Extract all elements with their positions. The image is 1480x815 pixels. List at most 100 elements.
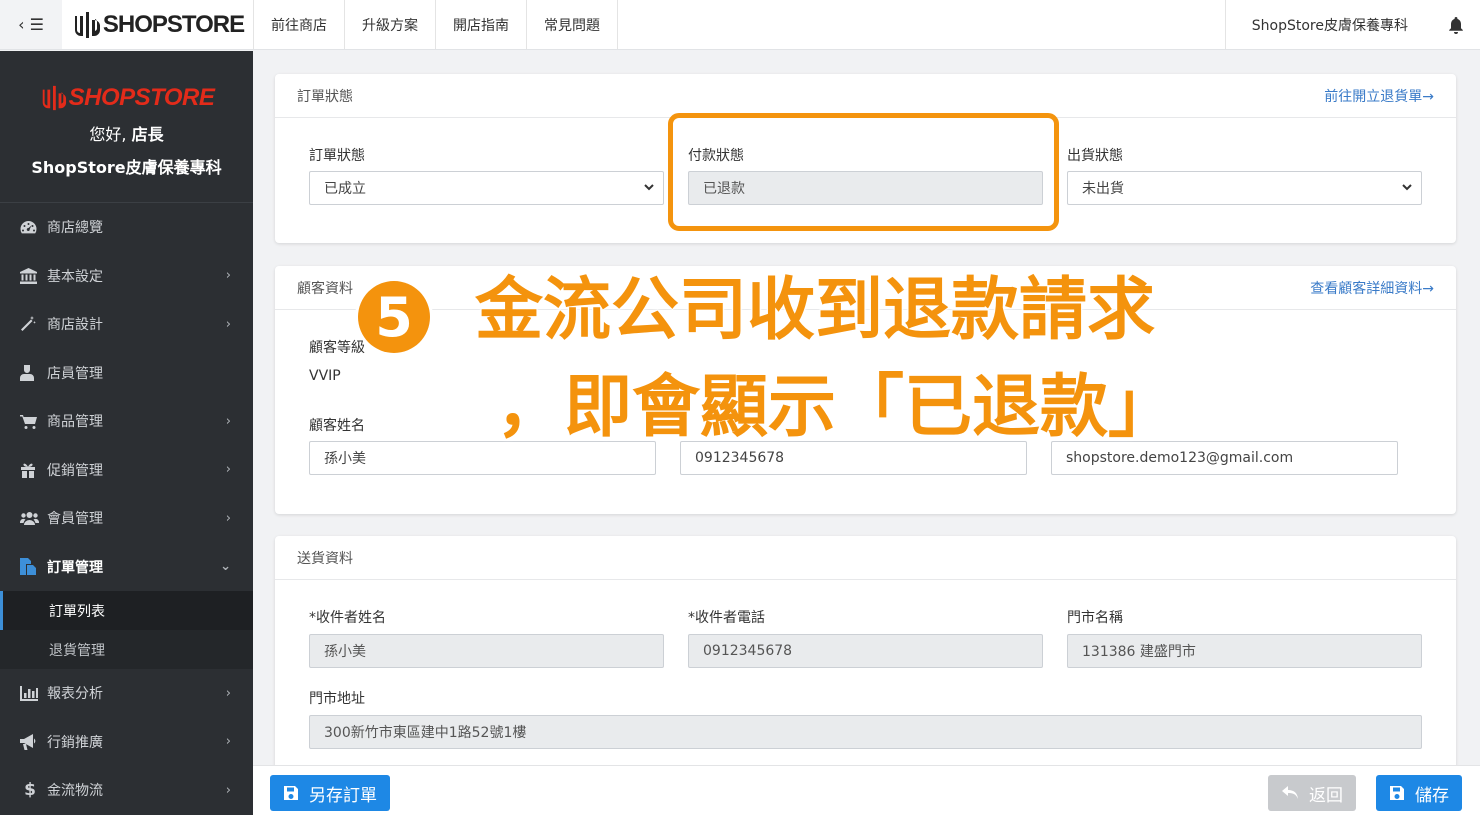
greeting-prefix: 您好, xyxy=(89,125,132,144)
logo-mark-icon xyxy=(74,11,100,38)
sidebar-item-label: 商品管理 xyxy=(47,414,103,431)
store-address-label: 門市地址 xyxy=(309,691,365,707)
chevron-right-icon: › xyxy=(225,734,231,750)
nav-upgrade-plan[interactable]: 升級方案 xyxy=(345,0,436,49)
sidebar-item-label: 行銷推廣 xyxy=(47,734,103,751)
nav-goto-store[interactable]: 前往商店 xyxy=(254,0,345,49)
store-address-field: 300新竹市東區建中1路52號1樓 xyxy=(309,715,1422,749)
chevron-right-icon: › xyxy=(225,462,231,478)
recipient-phone-label: *收件者電話 xyxy=(688,610,765,626)
field-value: 300新竹市東區建中1路52號1樓 xyxy=(324,725,527,741)
field-value: 孫小美 xyxy=(324,451,366,467)
sidebar-submenu-orders: 訂單列表 退貨管理 xyxy=(0,591,253,669)
nav-store-guide[interactable]: 開店指南 xyxy=(436,0,527,49)
customer-name-label: 顧客姓名 xyxy=(309,418,365,434)
button-label: 儲存 xyxy=(1415,785,1449,806)
selected-value: 已成立 xyxy=(324,181,366,197)
store-name-menu[interactable]: ShopStore皮膚保養專科 xyxy=(1224,0,1432,49)
brand-logo[interactable]: SHOPSTORE xyxy=(62,0,254,49)
sidebar-item-staff[interactable]: 店員管理 xyxy=(0,349,253,398)
save-button[interactable]: 儲存 xyxy=(1376,775,1462,811)
sidebar-item-label: 促銷管理 xyxy=(47,462,103,479)
chevron-right-icon: › xyxy=(225,782,231,798)
copy-icon xyxy=(20,558,40,576)
button-label: 返回 xyxy=(1309,785,1343,806)
recipient-name-field: 孫小美 xyxy=(309,634,664,668)
logo-mark-icon xyxy=(42,85,66,111)
brand-name: SHOPSTORE xyxy=(102,10,245,38)
order-status-select[interactable]: 已成立 xyxy=(309,171,664,205)
field-value: 131386 建盛門市 xyxy=(1082,644,1196,660)
magic-wand-icon xyxy=(20,316,40,332)
chevron-right-icon: › xyxy=(225,413,231,429)
nav-faq[interactable]: 常見問題 xyxy=(527,0,618,49)
staff-icon xyxy=(20,364,40,381)
sidebar-item-label: 商店設計 xyxy=(47,317,103,334)
store-name-label: 門市名稱 xyxy=(1067,610,1123,626)
user-role: 店長 xyxy=(131,125,164,144)
sidebar-item-reports[interactable]: 報表分析 › xyxy=(0,669,253,718)
chevron-down-icon: ⌄ xyxy=(220,559,231,575)
customer-card: 顧客資料 查看顧客詳細資料→ 顧客等級 VVIP 顧客姓名 孫小美 091234… xyxy=(275,266,1456,514)
payment-status-label: 付款狀態 xyxy=(688,148,744,164)
sidebar-item-store-design[interactable]: 商店設計 › xyxy=(0,300,253,349)
users-icon xyxy=(20,510,40,526)
chevron-down-icon xyxy=(1402,184,1412,191)
create-return-link[interactable]: 前往開立退貨單→ xyxy=(1324,86,1434,106)
customer-level-label: 顧客等級 xyxy=(309,340,365,356)
field-value: 0912345678 xyxy=(695,450,785,466)
field-value: 0912345678 xyxy=(703,643,793,659)
recipient-phone-field: 0912345678 xyxy=(688,634,1043,668)
sidebar-item-label: 報表分析 xyxy=(47,686,103,703)
customer-email-input[interactable]: shopstore.demo123@gmail.com xyxy=(1051,441,1398,475)
card-title: 訂單狀態 xyxy=(297,88,353,105)
sidebar-item-basic-settings[interactable]: 基本設定 › xyxy=(0,252,253,301)
customer-name-input[interactable]: 孫小美 xyxy=(309,441,656,475)
sidebar-item-label: 訂單管理 xyxy=(47,559,103,576)
sidebar-brand-name: SHOPSTORE xyxy=(68,84,215,111)
sidebar-item-orders[interactable]: 訂單管理 ⌄ xyxy=(0,543,253,592)
payment-status-field: 已退款 xyxy=(688,171,1043,205)
sidebar-item-label: 商店總覽 xyxy=(47,220,103,237)
sidebar-logo: SHOPSTORE xyxy=(0,84,253,112)
sidebar-item-marketing[interactable]: 行銷推廣 › xyxy=(0,718,253,767)
shipping-status-select[interactable]: 未出貨 xyxy=(1067,171,1422,205)
recipient-name-label: *收件者姓名 xyxy=(309,610,386,626)
sidebar-item-products[interactable]: 商品管理 › xyxy=(0,397,253,446)
card-title: 送貨資料 xyxy=(297,550,353,567)
selected-value: 未出貨 xyxy=(1082,181,1124,197)
card-header: 送貨資料 xyxy=(275,536,1456,580)
notification-button[interactable] xyxy=(1432,0,1480,49)
field-value: 孫小美 xyxy=(324,644,366,660)
sidebar-item-overview[interactable]: 商店總覽 xyxy=(0,203,253,252)
sidebar-subitem-order-list[interactable]: 訂單列表 xyxy=(0,591,253,630)
customer-phone-input[interactable]: 0912345678 xyxy=(680,441,1027,475)
chevron-right-icon: › xyxy=(225,268,231,284)
field-value: 已退款 xyxy=(703,181,745,197)
store-name-field: 131386 建盛門市 xyxy=(1067,634,1422,668)
sidebar-store-name: ShopStore皮膚保養專科 xyxy=(31,158,222,177)
bank-icon xyxy=(20,267,40,284)
sidebar-toggle-button[interactable]: ‹ ☰ xyxy=(0,0,62,49)
floppy-disk-icon xyxy=(1390,786,1404,800)
customer-details-link[interactable]: 查看顧客詳細資料→ xyxy=(1310,278,1434,298)
sidebar-item-payment-logistics[interactable]: $ 金流物流 › xyxy=(0,766,253,815)
undo-icon xyxy=(1282,786,1298,799)
card-header: 訂單狀態 前往開立退貨單→ xyxy=(275,74,1456,118)
bar-chart-icon xyxy=(20,685,40,701)
sidebar-item-label: 會員管理 xyxy=(47,511,103,528)
sidebar-item-members[interactable]: 會員管理 › xyxy=(0,494,253,543)
customer-level-value: VVIP xyxy=(309,368,341,384)
field-value: shopstore.demo123@gmail.com xyxy=(1066,450,1294,466)
sidebar-item-promotions[interactable]: 促銷管理 › xyxy=(0,446,253,495)
sidebar-subitem-returns[interactable]: 退貨管理 xyxy=(0,630,253,669)
back-button[interactable]: 返回 xyxy=(1268,775,1356,811)
sidebar-header: SHOPSTORE 您好, 店長 ShopStore皮膚保養專科 xyxy=(0,51,253,203)
save-as-order-button[interactable]: 另存訂單 xyxy=(270,775,390,811)
order-status-card: 訂單狀態 前往開立退貨單→ 訂單狀態 已成立 付款狀態 已退款 出貨狀態 未出貨 xyxy=(275,74,1456,243)
top-bar: ‹ ☰ SHOPSTORE 前往商店 升級方案 開店指南 常見問題 ShopSt… xyxy=(0,0,1480,50)
chevron-right-icon: › xyxy=(225,685,231,701)
delivery-card: 送貨資料 *收件者姓名 孫小美 *收件者電話 0912345678 門市名稱 1… xyxy=(275,536,1456,776)
megaphone-icon xyxy=(20,733,40,750)
bell-icon xyxy=(1449,16,1463,34)
